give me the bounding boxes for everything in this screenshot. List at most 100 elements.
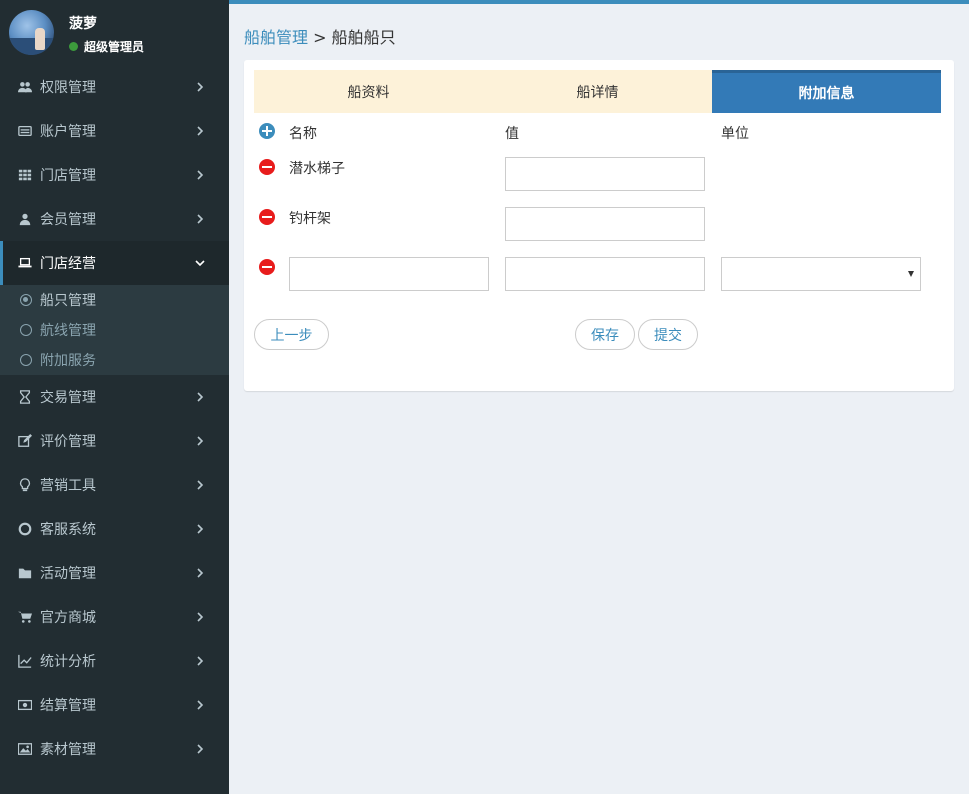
tab-ship-info[interactable]: 船资料	[254, 70, 483, 113]
submenu-item-routes[interactable]: 航线管理	[0, 315, 229, 345]
sidebar-item-store-operation[interactable]: 门店经营	[0, 241, 229, 285]
tab-ship-details[interactable]: 船详情	[483, 70, 712, 113]
users-icon	[17, 79, 33, 95]
row-value-input[interactable]	[505, 207, 705, 241]
breadcrumb-separator: >	[313, 28, 327, 47]
sidebar-item-permission[interactable]: 权限管理	[0, 65, 229, 109]
sidebar-item-label: 结算管理	[40, 698, 96, 714]
sidebar-item-label: 客服系统	[40, 522, 96, 538]
sidebar-item-customer-service[interactable]: 客服系统	[0, 507, 229, 551]
sidebar-item-label: 交易管理	[40, 390, 96, 406]
money-icon	[17, 697, 33, 713]
chevron-right-icon	[193, 654, 207, 668]
submenu-store-operation: 船只管理 航线管理 附加服务	[0, 285, 229, 375]
sidebar-item-material[interactable]: 素材管理	[0, 727, 229, 771]
grid-icon	[17, 167, 33, 183]
chevron-right-icon	[193, 698, 207, 712]
row-name: 潜水梯子	[289, 161, 345, 177]
unit-select[interactable]	[721, 257, 921, 291]
chevron-down-icon	[193, 256, 207, 270]
sidebar-item-settlement[interactable]: 结算管理	[0, 683, 229, 727]
sidebar: 菠萝 超级管理员 权限管理 账户管理 门店管理 会员管理 门店经营 船只管理 航…	[0, 0, 229, 794]
circle-dot-icon	[20, 294, 32, 306]
row-value-input[interactable]	[505, 157, 705, 191]
user-icon	[17, 211, 33, 227]
add-row-icon[interactable]	[259, 123, 275, 139]
sidebar-item-label: 门店经营	[40, 256, 96, 272]
chevron-right-icon	[193, 478, 207, 492]
sidebar-item-activity[interactable]: 活动管理	[0, 551, 229, 595]
chevron-right-icon	[193, 434, 207, 448]
sidebar-item-label: 评价管理	[40, 434, 96, 450]
sidebar-item-label: 会员管理	[40, 212, 96, 228]
submenu-item-label: 航线管理	[40, 323, 96, 339]
sidebar-item-trade[interactable]: 交易管理	[0, 375, 229, 419]
column-header-value: 值	[505, 126, 519, 142]
line-chart-icon	[17, 653, 33, 669]
sidebar-item-label: 账户管理	[40, 124, 96, 140]
submenu-item-label: 船只管理	[40, 293, 96, 309]
hourglass-icon	[17, 389, 33, 405]
new-row-value-input[interactable]	[505, 257, 705, 291]
lightbulb-icon	[17, 477, 33, 493]
content-panel: 船资料 船详情 附加信息 名称 值 单位 潜水梯子 钓杆架 上一步 保存 提交	[244, 60, 954, 391]
sidebar-item-marketing[interactable]: 营销工具	[0, 463, 229, 507]
sidebar-item-member[interactable]: 会员管理	[0, 197, 229, 241]
column-header-name: 名称	[289, 126, 317, 142]
edit-icon	[17, 433, 33, 449]
chevron-right-icon	[193, 522, 207, 536]
circle-icon	[20, 324, 32, 336]
chevron-right-icon	[193, 390, 207, 404]
breadcrumb-current: 船舶船只	[331, 28, 396, 47]
new-row-name-input[interactable]	[289, 257, 489, 291]
submenu-item-extra-services[interactable]: 附加服务	[0, 345, 229, 375]
top-accent-bar	[229, 0, 969, 4]
sidebar-item-label: 营销工具	[40, 478, 96, 494]
sidebar-item-review[interactable]: 评价管理	[0, 419, 229, 463]
lifebuoy-icon	[17, 521, 33, 537]
avatar[interactable]	[9, 10, 54, 55]
chevron-right-icon	[193, 212, 207, 226]
sidebar-item-store[interactable]: 门店管理	[0, 153, 229, 197]
sidebar-item-label: 素材管理	[40, 742, 96, 758]
breadcrumb-parent-link[interactable]: 船舶管理	[244, 28, 308, 47]
folder-icon	[17, 565, 33, 581]
chevron-right-icon	[193, 124, 207, 138]
caret-down-icon	[908, 271, 914, 277]
image-icon	[17, 741, 33, 757]
user-status: 超级管理员	[69, 38, 144, 55]
remove-row-icon[interactable]	[259, 159, 275, 175]
sidebar-item-account[interactable]: 账户管理	[0, 109, 229, 153]
sidebar-menu: 权限管理 账户管理 门店管理 会员管理 门店经营 船只管理 航线管理 附加服务 …	[0, 65, 229, 771]
sidebar-item-mall[interactable]: 官方商城	[0, 595, 229, 639]
cart-icon	[17, 609, 33, 625]
chevron-right-icon	[193, 168, 207, 182]
submenu-item-ships[interactable]: 船只管理	[0, 285, 229, 315]
save-button[interactable]: 保存	[575, 319, 635, 350]
sidebar-item-label: 活动管理	[40, 566, 96, 582]
user-role: 超级管理员	[84, 40, 145, 54]
list-icon	[17, 123, 33, 139]
chevron-right-icon	[193, 80, 207, 94]
chevron-right-icon	[193, 742, 207, 756]
submit-button[interactable]: 提交	[638, 319, 698, 350]
submenu-item-label: 附加服务	[40, 353, 96, 369]
step-tabs: 船资料 船详情 附加信息	[254, 70, 941, 113]
tab-extra-info[interactable]: 附加信息	[712, 70, 941, 113]
sidebar-item-label: 门店管理	[40, 168, 96, 184]
user-name: 菠萝	[69, 16, 97, 32]
prev-step-button[interactable]: 上一步	[254, 319, 329, 350]
chevron-right-icon	[193, 610, 207, 624]
remove-row-icon[interactable]	[259, 209, 275, 225]
laptop-icon	[17, 255, 33, 271]
circle-icon	[20, 354, 32, 366]
sidebar-item-label: 权限管理	[40, 80, 96, 96]
row-name: 钓杆架	[289, 211, 331, 227]
sidebar-item-statistics[interactable]: 统计分析	[0, 639, 229, 683]
remove-row-icon[interactable]	[259, 259, 275, 275]
chevron-right-icon	[193, 566, 207, 580]
user-panel: 菠萝 超级管理员	[0, 0, 229, 65]
online-status-icon	[69, 42, 78, 51]
sidebar-item-label: 官方商城	[40, 610, 96, 626]
column-header-unit: 单位	[721, 126, 749, 142]
